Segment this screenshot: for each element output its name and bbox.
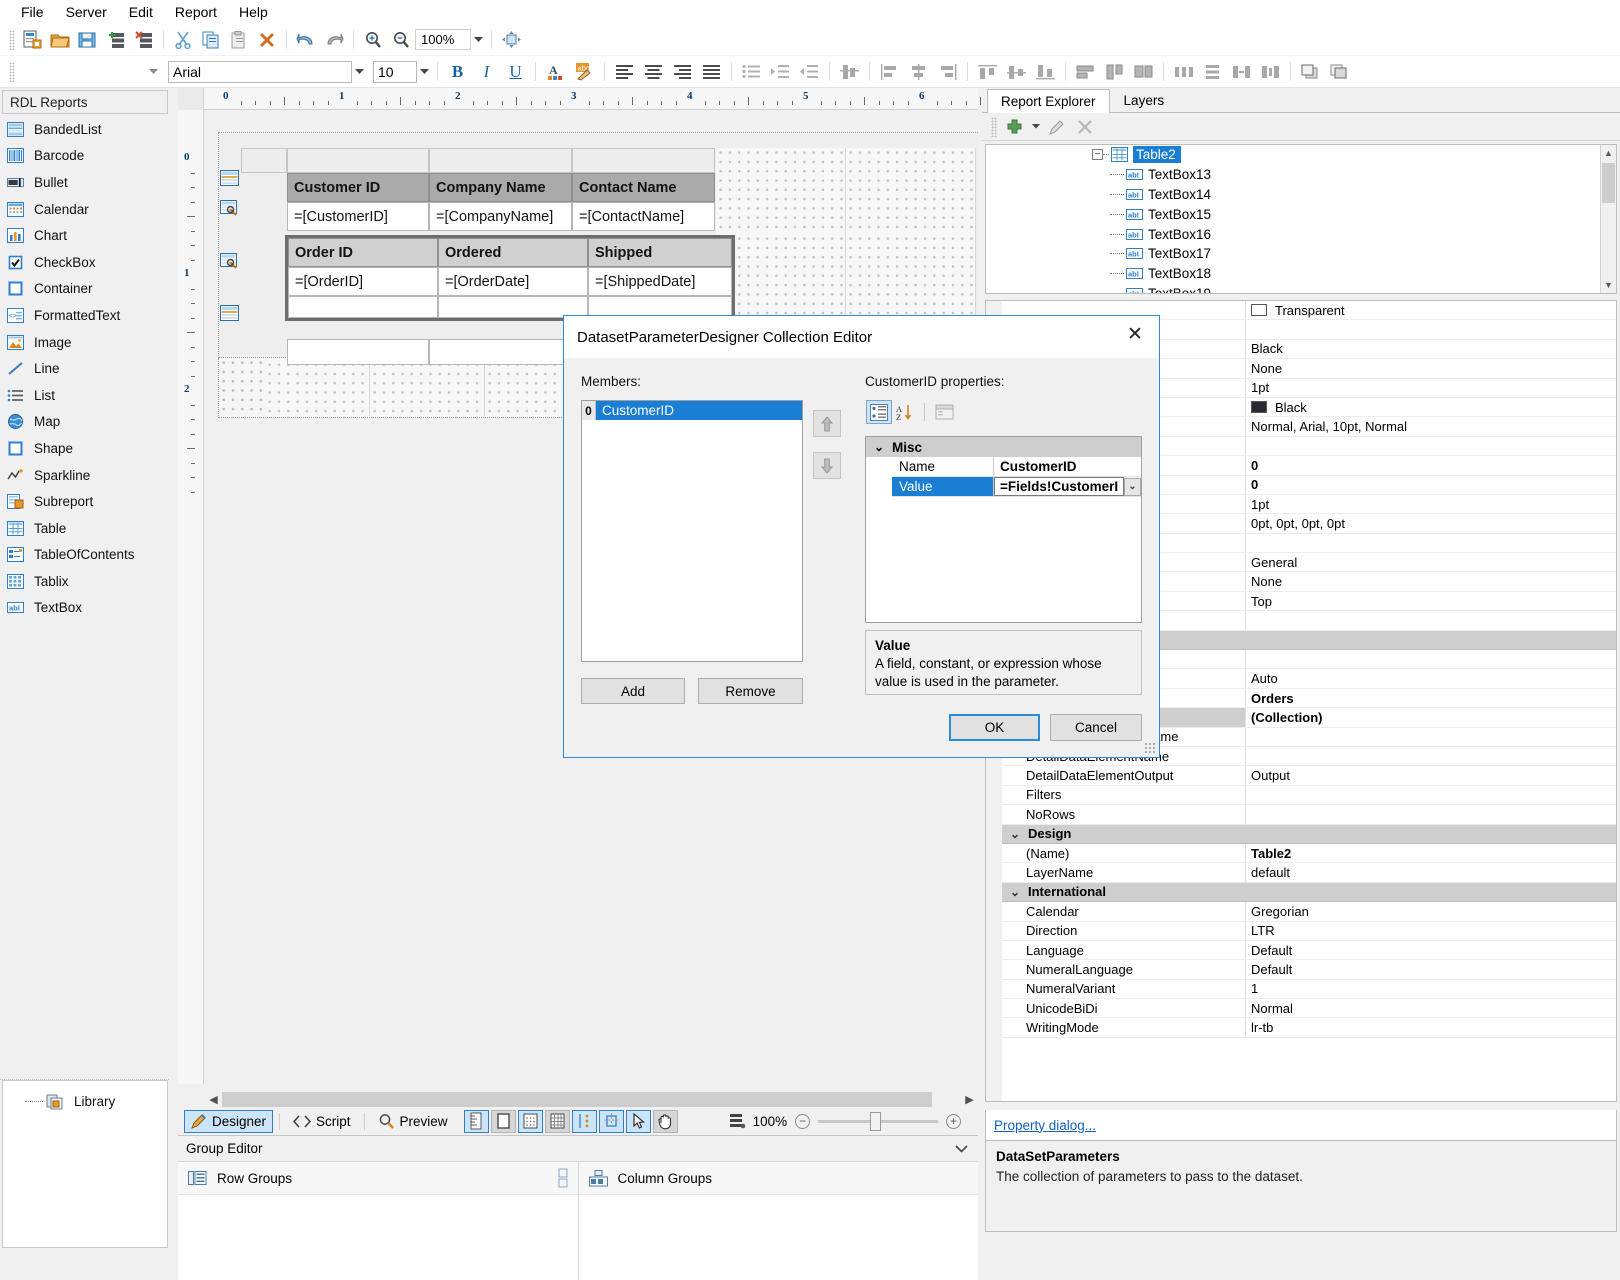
modal-overlay: DatasetParameterDesigner Collection Edit… (0, 0, 1620, 1280)
property-pages-icon[interactable] (931, 400, 957, 424)
property-row-name[interactable]: Name CustomerID (866, 457, 1141, 477)
arrow-down-icon (820, 458, 834, 474)
dataset-parameter-dialog[interactable]: DatasetParameterDesigner Collection Edit… (563, 315, 1160, 758)
arrow-up-icon (820, 416, 834, 432)
close-icon[interactable]: ✕ (1113, 318, 1157, 350)
add-member-button[interactable]: Add (581, 678, 685, 704)
dialog-body: Members: 0 CustomerID (564, 358, 1159, 757)
dialog-titlebar[interactable]: DatasetParameterDesigner Collection Edit… (564, 316, 1159, 358)
members-listbox[interactable]: 0 CustomerID (581, 400, 803, 662)
member-name: CustomerID (596, 401, 802, 420)
dialog-help-box: Value A field, constant, or expression w… (865, 630, 1142, 695)
property-key-name: Name (892, 457, 994, 477)
cancel-button[interactable]: Cancel (1050, 714, 1142, 741)
svg-text:Z: Z (896, 412, 901, 421)
dialog-propgrid-toolbar: A Z (866, 400, 957, 424)
move-down-button[interactable] (813, 452, 841, 479)
dialog-resize-grip[interactable] (1144, 742, 1156, 754)
property-category-label: Misc (892, 440, 922, 455)
members-label: Members: (581, 374, 641, 389)
close-glyph: ✕ (1127, 323, 1143, 346)
help-title: Value (875, 638, 1132, 653)
chevron-down-icon[interactable]: ⌄ (1124, 478, 1141, 496)
chevron-down-icon[interactable]: ⌄ (866, 440, 892, 454)
member-property-grid[interactable]: ⌄ Misc Name CustomerID Value =Fields!Cus… (865, 436, 1142, 623)
property-value-input[interactable]: =Fields!CustomerI (994, 477, 1124, 496)
help-text: A field, constant, or expression whose v… (875, 655, 1132, 691)
property-value-editor[interactable]: =Fields!CustomerI ⌄ (994, 477, 1141, 497)
property-row-value[interactable]: Value =Fields!CustomerI ⌄ (866, 477, 1141, 497)
alphabetical-view-icon[interactable]: A Z (892, 400, 918, 424)
remove-member-button[interactable]: Remove (698, 678, 803, 704)
member-properties-label: CustomerID properties: (865, 374, 1005, 389)
ok-button[interactable]: OK (949, 714, 1040, 741)
categorized-view-icon[interactable] (866, 400, 892, 424)
property-key-value: Value (892, 477, 994, 497)
member-index: 0 (582, 401, 596, 420)
property-category-misc[interactable]: ⌄ Misc (866, 437, 1141, 457)
move-up-button[interactable] (813, 410, 841, 437)
property-value-name[interactable]: CustomerID (994, 457, 1141, 477)
dialog-title: DatasetParameterDesigner Collection Edit… (577, 329, 872, 346)
toolbar-separator (924, 403, 925, 421)
member-list-item[interactable]: 0 CustomerID (582, 401, 802, 420)
